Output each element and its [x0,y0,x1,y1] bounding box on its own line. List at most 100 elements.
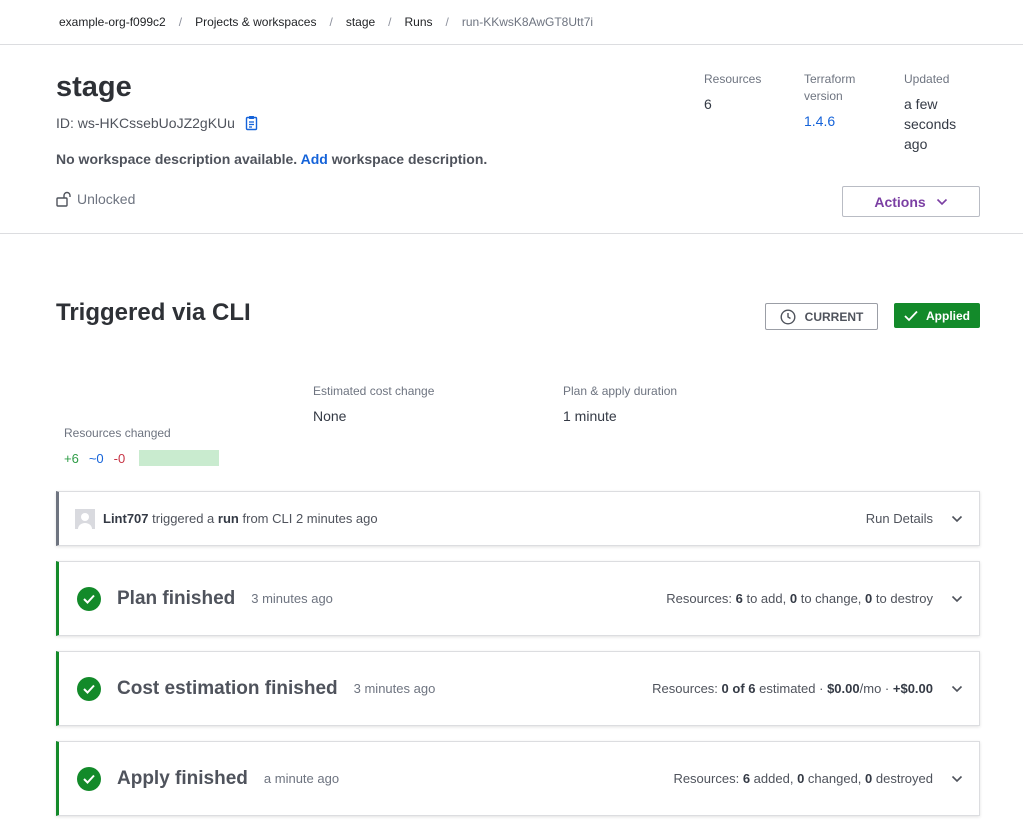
summary-prefix: Resources: [652,681,718,696]
applied-badge-label: Applied [926,308,970,323]
duration-label: Plan & apply duration [563,384,678,398]
avatar [75,508,95,529]
destroyed-count: -0 [113,450,126,466]
trigger-user: Lint707 [103,511,149,526]
unlock-icon [56,191,71,207]
stage-title: Plan finished [117,587,236,609]
summary-text: to destroy [875,591,933,606]
chevron-down-icon[interactable] [951,685,963,693]
stage-time: a minute ago [263,771,340,786]
terraform-version-meta: Terraform version 1.4.6 [804,71,855,131]
trigger-text: Lint707 triggered a run from CLI 2 minut… [103,511,378,526]
added-count: +6 [64,450,79,466]
trigger-text-part: triggered a [152,511,215,526]
summary-value: 0 [865,771,873,786]
summary-value: +$0.00 [892,681,933,696]
check-icon [904,310,918,321]
breadcrumb-separator: / [445,15,449,29]
trigger-text-part: from CLI 2 minutes ago [242,511,378,526]
summary-text: destroyed [875,771,933,786]
terraform-version-label-1: Terraform [804,72,856,86]
resources-label: Resources [704,72,762,86]
updated-value-line: ago [904,136,928,152]
run-title: Triggered via CLI [56,299,251,326]
stage-summary: Resources: 6 added, 0 changed, 0 destroy… [673,771,963,786]
estimated-cost-value: None [313,408,347,424]
duration-value: 1 minute [563,408,617,424]
summary-text: added, [753,771,794,786]
breadcrumb-run-id: run-KKwsK8AwGT8Utt7i [461,15,594,29]
lock-status: Unlocked [56,191,135,207]
workspace-header: stage ID: ws-HKCssebUoJZ2gKUu No workspa… [0,45,1023,234]
breadcrumb-org[interactable]: example-org-f099c2 [59,15,166,29]
updated-value-line: a few [904,96,938,112]
chevron-down-icon[interactable] [951,595,963,603]
updated-meta: Updated a few seconds ago [904,71,956,154]
stage-time: 3 minutes ago [353,681,436,696]
cost-estimation-stage-card[interactable]: Cost estimation finished 3 minutes ago R… [56,651,980,726]
summary-value: 0 of 6 [721,681,756,696]
resources-meta: Resources 6 [704,71,761,114]
workspace-title: stage [56,71,132,103]
actions-button[interactable]: Actions [842,186,980,217]
run-details-label: Run Details [865,511,933,526]
summary-text: to add, [746,591,787,606]
updated-value-line: seconds [904,116,957,132]
stage-title: Cost estimation finished [117,677,338,699]
workspace-id-text: ID: ws-HKCssebUoJZ2gKUu [56,115,235,131]
changed-count: ~0 [88,450,104,466]
workspace-description: No workspace description available. Add … [56,151,487,167]
run-trigger-card[interactable]: Lint707 triggered a run from CLI 2 minut… [56,491,980,546]
chevron-down-icon [951,515,963,522]
summary-text: changed, [807,771,862,786]
stage-title: Apply finished [117,767,248,789]
breadcrumb-separator: / [329,15,333,29]
resources-changed-label: Resources changed [64,426,171,440]
breadcrumb-projects[interactable]: Projects & workspaces [195,15,316,29]
workspace-description-text: No workspace description available. [56,151,298,167]
breadcrumb-separator: / [388,15,392,29]
summary-value: 0 [789,591,798,606]
lock-status-label: Unlocked [77,191,136,207]
summary-value: 0 [797,771,805,786]
summary-text: /mo · [859,681,890,696]
chevron-down-icon[interactable] [951,775,963,783]
breadcrumb-separator: / [178,15,183,29]
resources-changed-counts: +6 ~0 -0 [64,450,220,466]
breadcrumb-workspace[interactable]: stage [346,15,375,29]
stage-summary: Resources: 0 of 6 estimated · $0.00/mo ·… [652,681,963,696]
updated-value: a few seconds ago [904,94,956,154]
summary-value: 6 [742,771,751,786]
summary-prefix: Resources: [666,591,732,606]
summary-value: 0 [865,591,873,606]
workspace-description-suffix: workspace description. [331,151,488,167]
summary-text: to change, [800,591,862,606]
trigger-run-word: run [217,511,239,526]
breadcrumb-runs[interactable]: Runs [405,15,433,29]
changes-bar [139,450,220,466]
check-circle-icon [77,586,101,611]
terraform-version-label-2: version [804,89,843,103]
summary-text: estimated · [759,681,824,696]
check-circle-icon [77,676,101,701]
current-badge-label: CURRENT [804,309,864,324]
estimated-cost-label: Estimated cost change [313,384,435,398]
stage-time: 3 minutes ago [251,591,333,606]
add-description-link[interactable]: Add [301,151,328,167]
summary-value: $0.00 [827,681,860,696]
current-badge: CURRENT [765,303,878,330]
updated-label: Updated [904,72,950,86]
plan-stage-card[interactable]: Plan finished 3 minutes ago Resources: 6… [56,561,980,636]
summary-prefix: Resources: [673,771,740,786]
apply-stage-card[interactable]: Apply finished a minute ago Resources: 6… [56,741,980,816]
clock-icon [780,308,796,325]
stage-summary: Resources: 6 to add, 0 to change, 0 to d… [666,591,963,606]
resources-value: 6 [704,96,712,112]
applied-badge: Applied [894,303,980,328]
copy-icon[interactable] [244,115,260,131]
summary-value: 6 [735,591,743,606]
terraform-version-value[interactable]: 1.4.6 [804,111,855,131]
actions-label: Actions [874,193,926,210]
breadcrumb: example-org-f099c2 / Projects & workspac… [0,0,1023,45]
run-details-toggle[interactable]: Run Details [866,511,963,526]
